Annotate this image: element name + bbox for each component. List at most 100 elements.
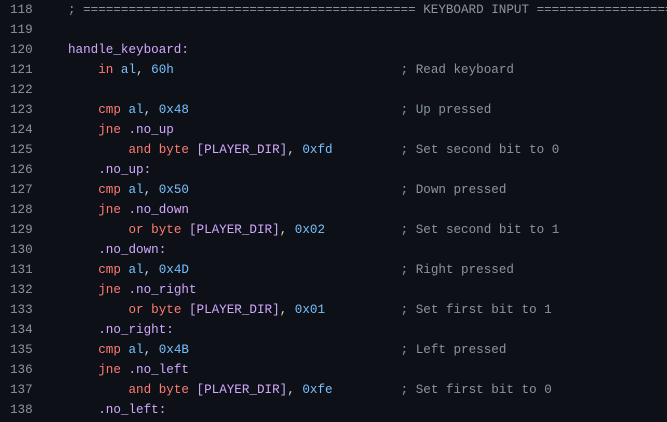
code-line[interactable]: 126 .no_up: — [0, 160, 667, 180]
code-line[interactable]: 123 cmp al, 0x48 ; Up pressed — [0, 100, 667, 120]
code-token: byte — [158, 383, 189, 397]
code-token: jne — [98, 283, 121, 297]
code-token: 0x48 — [158, 103, 189, 117]
line-number: 127 — [10, 183, 33, 197]
code-token: ; Right pressed — [400, 263, 514, 277]
code-token: 0x02 — [294, 223, 326, 237]
code-token: 0xfd — [302, 143, 333, 157]
code-line[interactable]: 132 jne .no_right — [0, 280, 667, 300]
code-token: , — [287, 143, 303, 157]
code-line[interactable]: 130 .no_down: — [0, 240, 667, 260]
code-line[interactable]: 127 cmp al, 0x50 ; Down pressed — [0, 180, 667, 200]
line-number: 123 — [10, 103, 33, 117]
code-line[interactable]: 135 cmp al, 0x4B ; Left pressed — [0, 340, 667, 360]
line-source: .no_up: — [68, 160, 151, 180]
code-line[interactable]: 124 jne .no_up — [0, 120, 667, 140]
line-number: 133 — [10, 303, 33, 317]
line-number: 124 — [10, 123, 33, 137]
line-source: and byte [PLAYER_DIR], 0xfe ; Set first … — [68, 380, 552, 400]
code-line[interactable]: 137 and byte [PLAYER_DIR], 0xfe ; Set fi… — [0, 380, 667, 400]
code-token: jne — [98, 203, 121, 217]
code-token: 0x50 — [158, 183, 189, 197]
code-token: cmp — [98, 183, 121, 197]
code-token: ; Set second bit to 1 — [400, 223, 560, 237]
code-token: [PLAYER_DIR] — [188, 223, 280, 237]
line-source: and byte [PLAYER_DIR], 0xfd ; Set second… — [68, 140, 559, 160]
line-number: 136 — [10, 363, 33, 377]
line-source: handle_keyboard: — [68, 40, 189, 60]
code-token: jne — [98, 123, 121, 137]
line-number: 122 — [10, 83, 33, 97]
code-token: in — [98, 63, 114, 77]
code-token: ; Set second bit to 0 — [400, 143, 560, 157]
code-line[interactable]: 131 cmp al, 0x4D ; Right pressed — [0, 260, 667, 280]
code-line[interactable]: 134 .no_right: — [0, 320, 667, 340]
line-number: 118 — [10, 3, 33, 17]
line-source: jne .no_up — [68, 120, 174, 140]
code-line[interactable]: 118 ; ===================================… — [0, 0, 667, 20]
line-source: jne .no_right — [68, 280, 197, 300]
code-token: or — [128, 223, 144, 237]
code-view[interactable]: 118 ; ===================================… — [0, 0, 667, 422]
code-token: [PLAYER_DIR] — [196, 383, 288, 397]
code-token: .no_down — [128, 203, 189, 217]
code-line[interactable]: 136 jne .no_left — [0, 360, 667, 380]
code-line[interactable]: 121 in al, 60h ; Read keyboard — [0, 60, 667, 80]
line-number: 132 — [10, 283, 33, 297]
code-line[interactable]: 125 and byte [PLAYER_DIR], 0xfd ; Set se… — [0, 140, 667, 160]
line-number: 134 — [10, 323, 33, 337]
line-source: .no_right: — [68, 320, 174, 340]
code-token: ; ======================================… — [68, 3, 667, 17]
code-line[interactable]: 119 — [0, 20, 667, 40]
line-source: cmp al, 0x50 ; Down pressed — [68, 180, 506, 200]
code-token: and — [128, 383, 152, 397]
code-token: .no_up: — [98, 163, 152, 177]
line-source: jne .no_left — [68, 360, 189, 380]
code-line[interactable]: 133 or byte [PLAYER_DIR], 0x01 ; Set fir… — [0, 300, 667, 320]
line-source: or byte [PLAYER_DIR], 0x02 ; Set second … — [68, 220, 559, 240]
code-token: al — [128, 103, 144, 117]
line-source: jne .no_down — [68, 200, 189, 220]
code-token: ; Set first bit to 0 — [400, 383, 552, 397]
code-token: , — [143, 343, 159, 357]
code-token: [PLAYER_DIR] — [188, 303, 280, 317]
code-token: 60h — [151, 63, 174, 77]
code-token: handle_keyboard: — [68, 43, 189, 57]
code-token: ; Up pressed — [400, 103, 492, 117]
code-token: byte — [151, 223, 182, 237]
line-number: 119 — [10, 23, 33, 37]
code-line[interactable]: 129 or byte [PLAYER_DIR], 0x02 ; Set sec… — [0, 220, 667, 240]
code-line[interactable]: 128 jne .no_down — [0, 200, 667, 220]
code-token: 0x4D — [158, 263, 189, 277]
line-number: 128 — [10, 203, 33, 217]
code-token: .no_right — [128, 283, 197, 297]
code-line[interactable]: 138 .no_left: — [0, 400, 667, 420]
line-source: cmp al, 0x4B ; Left pressed — [68, 340, 506, 360]
code-token: byte — [158, 143, 189, 157]
code-token: .no_down: — [98, 243, 167, 257]
code-token: , — [143, 183, 159, 197]
code-line[interactable]: 122 — [0, 80, 667, 100]
code-line[interactable]: 120 handle_keyboard: — [0, 40, 667, 60]
